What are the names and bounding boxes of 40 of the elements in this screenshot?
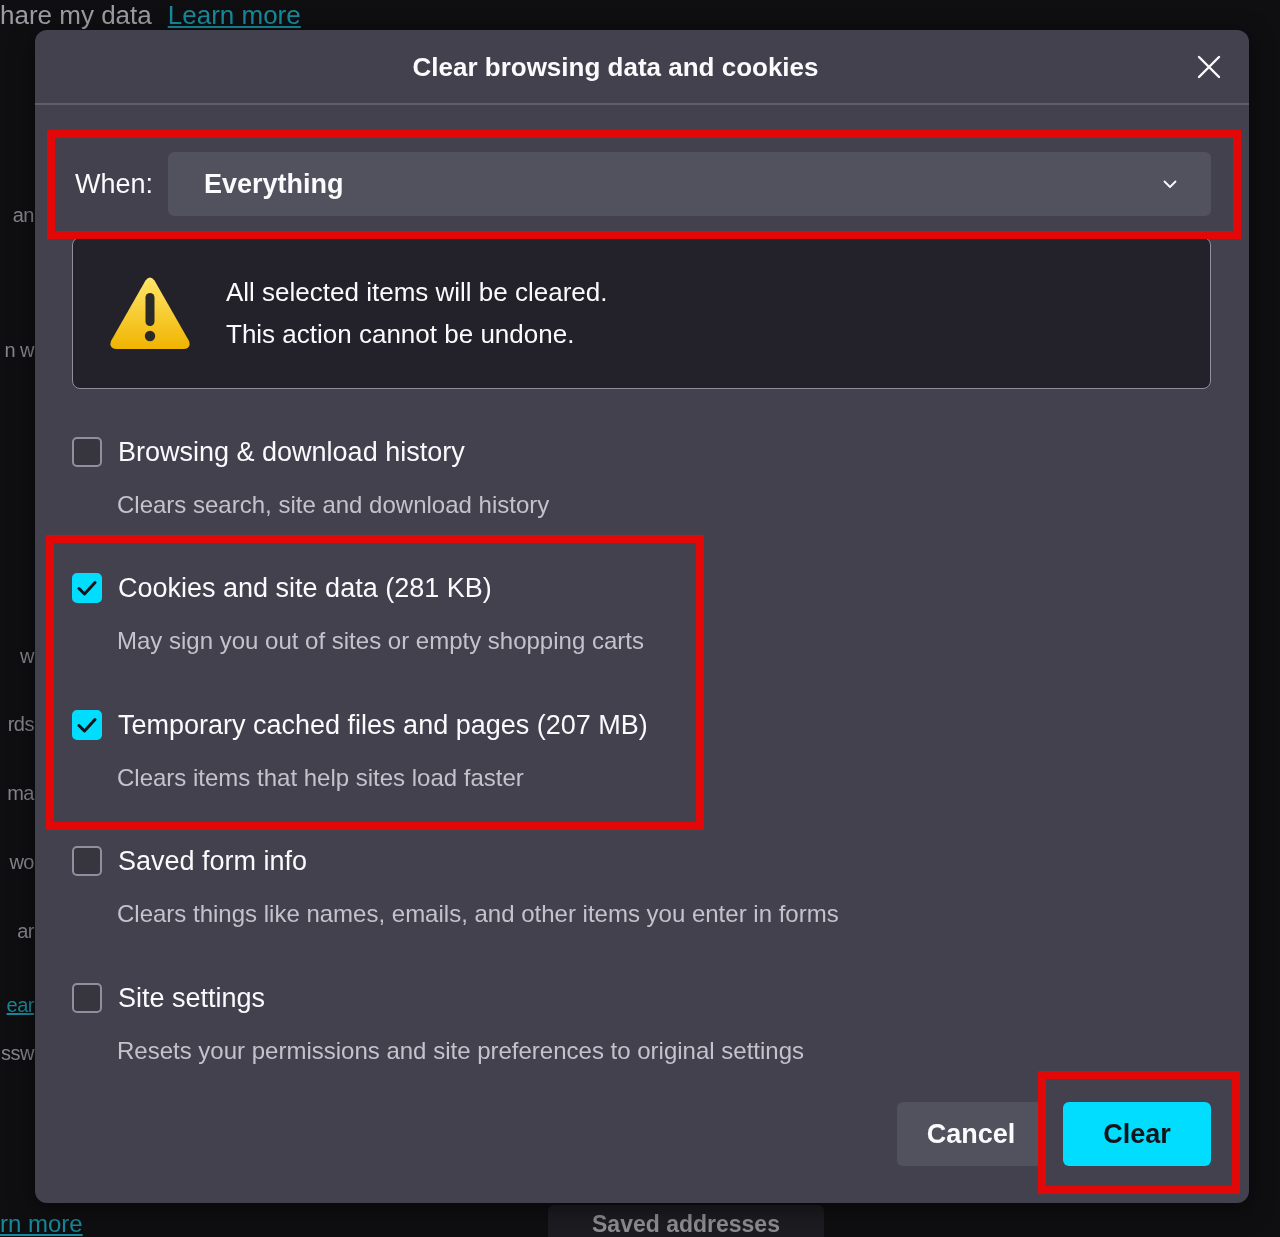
background-text: n w [4, 338, 34, 363]
option-label: Site settings [118, 982, 266, 1015]
background-button[interactable]: Saved addresses [548, 1205, 824, 1237]
warning-icon [109, 276, 191, 350]
primary-button[interactable]: Clear [1063, 1102, 1211, 1166]
checkmark-icon [77, 580, 97, 596]
close-button[interactable] [1196, 53, 1222, 80]
checkmark-icon [77, 717, 97, 733]
option-label: Temporary cached files and pages (207 MB) [118, 709, 648, 742]
checkbox[interactable] [72, 573, 102, 603]
warning-text: This action cannot be undone. [226, 318, 576, 351]
background-text: w [20, 644, 34, 669]
chevron-down-icon [1163, 179, 1177, 189]
when-label: When: [75, 168, 154, 201]
background-link[interactable]: rn more [0, 1211, 83, 1237]
option-description: Clears items that help sites load faster [116, 763, 525, 793]
option-label: Browsing & download history [118, 436, 465, 469]
background-text: hare my data [0, 0, 152, 30]
close-icon [1197, 54, 1221, 79]
option-description: Clears things like names, emails, and other items you enter in forms [116, 899, 839, 929]
option-label: Saved form info [118, 845, 308, 878]
checkbox[interactable] [72, 710, 102, 740]
warning-text: All selected items will be cleared. [226, 276, 608, 309]
option-description: Clears search, site and download history [116, 490, 550, 520]
when-dropdown[interactable]: Everything [168, 152, 1211, 216]
background-text: ma [7, 781, 34, 806]
checkbox[interactable] [72, 983, 102, 1013]
background-text: ar [17, 919, 34, 944]
background-text: an [12, 203, 34, 228]
checkbox[interactable] [72, 437, 102, 467]
option-label: Cookies and site data (281 KB) [118, 572, 492, 605]
dialog-title: Clear browsing data and cookies [411, 50, 820, 83]
option-description: Resets your permissions and site preferences to original settings [116, 1036, 805, 1066]
checkbox[interactable] [72, 846, 102, 876]
background-text: wo [9, 850, 34, 875]
background-link[interactable]: ear [6, 990, 34, 1020]
background-text: ssw [1, 1041, 34, 1066]
option-description: May sign you out of sites or empty shopping carts [116, 626, 645, 656]
background-link[interactable]: Learn more [167, 0, 301, 30]
background-text: rds [7, 712, 34, 737]
